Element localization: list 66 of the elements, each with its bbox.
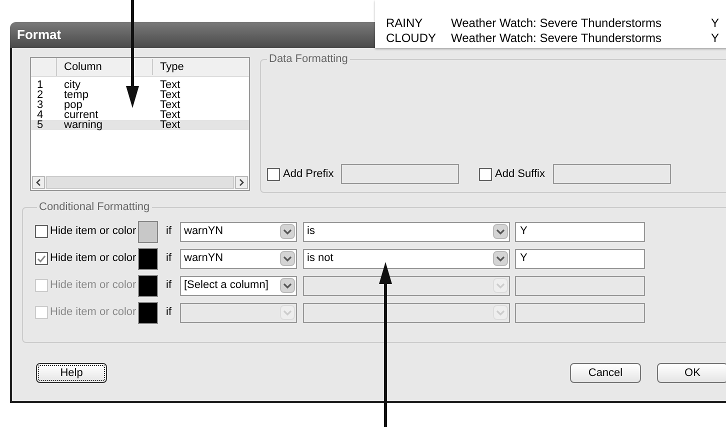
scroll-right-icon[interactable]: [235, 176, 248, 189]
row-number: 5: [36, 120, 44, 130]
checkbox[interactable]: [479, 168, 492, 180]
group-title: Conditional Formatting: [38, 200, 151, 215]
column-type: Text: [160, 80, 180, 90]
column-type: Text: [160, 110, 180, 120]
rule-label: Hide item or color: [50, 305, 138, 320]
scroll-left-icon[interactable]: [32, 176, 45, 189]
checkbox[interactable]: [35, 252, 48, 265]
if-label: if: [166, 278, 172, 294]
operator-select[interactable]: is: [303, 222, 510, 242]
value-field[interactable]: [515, 302, 645, 322]
color-swatch[interactable]: [138, 220, 158, 242]
dialog-button[interactable]: OK: [657, 363, 726, 383]
column-header[interactable]: Column: [57, 58, 153, 76]
input-field[interactable]: [341, 164, 459, 184]
value-field[interactable]: Y: [515, 248, 645, 268]
dropdown-arrow-icon[interactable]: [493, 224, 508, 239]
value-field[interactable]: Y: [515, 222, 645, 242]
column-name: current: [64, 110, 98, 120]
color-swatch[interactable]: [138, 248, 158, 270]
group-title: Data Formatting: [268, 52, 349, 67]
input-field[interactable]: [553, 164, 671, 184]
list-row[interactable]: 5 warning Text: [31, 120, 249, 130]
dialog-button[interactable]: Cancel: [570, 363, 641, 383]
dropdown-arrow-icon[interactable]: [493, 251, 508, 266]
rule-label: Hide item or color: [50, 224, 138, 240]
column-type: Text: [160, 90, 180, 100]
column-type: Text: [160, 120, 180, 130]
if-label: if: [166, 251, 172, 266]
dropdown-arrow-icon[interactable]: [280, 251, 295, 266]
table-cell-text: Y: [711, 14, 720, 32]
table-cell-text: RAINY: [385, 14, 424, 32]
column-type: Text: [160, 100, 180, 110]
table-cell-text: Weather Watch: Severe Thunderstorms: [451, 14, 663, 32]
list-row[interactable]: 2 temp Text: [31, 90, 249, 100]
column-name: temp: [64, 90, 90, 100]
row-number: 1: [36, 80, 44, 90]
column-name: warning: [64, 120, 104, 130]
checkbox[interactable]: [267, 168, 280, 180]
option-label: Add Prefix: [283, 166, 335, 182]
table-cell-text: Y: [711, 30, 720, 46]
row-number: 2: [36, 90, 44, 100]
column-select[interactable]: warnYN: [180, 248, 297, 268]
row-number: 4: [36, 110, 44, 120]
rule-label: Hide item or color: [50, 278, 138, 294]
table-cell-text: Weather Watch: Severe Thunderstorms: [451, 30, 663, 46]
column-name: pop: [64, 100, 82, 110]
column-select[interactable]: warnYN: [180, 222, 297, 242]
list-row[interactable]: 3 pop Text: [31, 100, 249, 110]
rule-label: Hide item or color: [50, 251, 138, 266]
operator-select[interactable]: is not: [303, 248, 510, 268]
list-row[interactable]: 1 city Text: [31, 80, 249, 90]
value-field[interactable]: [515, 276, 645, 296]
table-cell-text: CLOUDY: [385, 30, 438, 46]
checkbox[interactable]: [35, 225, 48, 238]
window-title: Format: [17, 26, 62, 44]
column-name: city: [64, 80, 80, 90]
dialog-button[interactable]: Help: [36, 363, 107, 383]
list-row[interactable]: 4 current Text: [31, 110, 249, 120]
dropdown-arrow-icon[interactable]: [280, 224, 295, 239]
column-header[interactable]: Type: [153, 58, 249, 76]
if-label: if: [166, 224, 172, 240]
row-number: 3: [36, 100, 44, 110]
if-label: if: [166, 305, 172, 320]
option-label: Add Suffix: [495, 166, 546, 182]
